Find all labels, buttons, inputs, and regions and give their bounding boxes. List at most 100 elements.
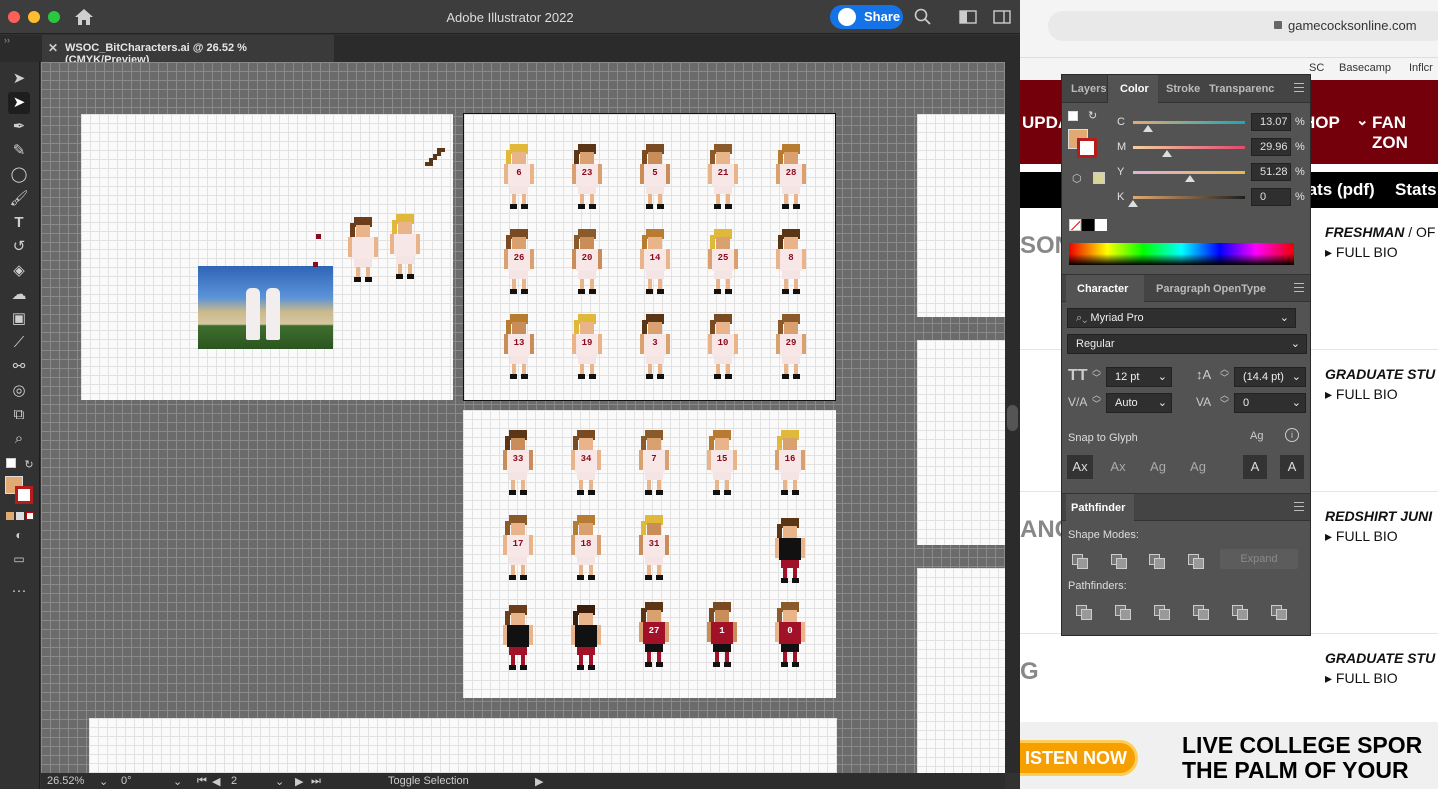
slider-knob[interactable] bbox=[1185, 175, 1196, 182]
player-character[interactable]: 26 bbox=[504, 229, 534, 295]
close-tab-icon[interactable]: ✕ bbox=[48, 41, 58, 55]
collapse-icon[interactable]: ›› bbox=[4, 35, 10, 45]
artboard-3[interactable]: 33 34 7 15 16 17 18 31 27 1 0 bbox=[463, 410, 836, 698]
tab-opentype[interactable]: OpenType bbox=[1213, 283, 1266, 295]
pixel-dot[interactable] bbox=[313, 262, 318, 267]
player-character[interactable]: 16 bbox=[775, 430, 805, 496]
color-mode-icon[interactable] bbox=[6, 512, 14, 520]
next-artboard-icon[interactable]: ▶ bbox=[295, 775, 303, 788]
glyph-options-icon[interactable]: Ag bbox=[1250, 430, 1263, 442]
slider-knob[interactable] bbox=[1128, 200, 1138, 207]
scroll-thumb[interactable] bbox=[1007, 405, 1018, 431]
character-base-brunette[interactable] bbox=[348, 217, 378, 283]
none-mode-icon[interactable] bbox=[26, 512, 34, 520]
full-bio-link[interactable]: ▸ FULL BIO bbox=[1325, 670, 1398, 687]
artboard-7[interactable] bbox=[917, 568, 1005, 773]
eraser-tool-icon[interactable]: ◈ bbox=[8, 260, 30, 282]
first-artboard-icon[interactable]: ⏮ bbox=[197, 775, 207, 788]
black-value[interactable]: 0 bbox=[1251, 188, 1291, 206]
cyan-value[interactable]: 13.07 bbox=[1251, 113, 1291, 131]
panel-menu-icon[interactable] bbox=[1294, 283, 1304, 292]
baseline-snap-icon[interactable]: Ax bbox=[1067, 455, 1093, 479]
pixel-dot[interactable] bbox=[316, 234, 321, 239]
minus-front-icon[interactable] bbox=[1109, 552, 1129, 569]
player-character[interactable]: 15 bbox=[707, 430, 737, 496]
leading-input[interactable]: (14.4 pt) ⌄ bbox=[1234, 367, 1306, 387]
artboard-5[interactable] bbox=[917, 114, 1005, 317]
player-character[interactable]: 23 bbox=[572, 144, 602, 210]
x-height-snap-icon[interactable]: Ax bbox=[1106, 455, 1130, 479]
artboard-1[interactable] bbox=[81, 114, 453, 400]
panel-menu-icon[interactable] bbox=[1294, 502, 1304, 511]
blend-tool-icon[interactable]: ⚯ bbox=[8, 356, 30, 378]
player-character[interactable]: 17 bbox=[503, 515, 533, 581]
unite-icon[interactable] bbox=[1070, 552, 1090, 569]
zoom-tool-icon[interactable]: ⌕ bbox=[8, 428, 30, 450]
vertical-scrollbar[interactable] bbox=[1005, 62, 1020, 773]
player-character[interactable]: 33 bbox=[503, 430, 533, 496]
glyph-bounds-snap-icon[interactable]: Ag bbox=[1146, 455, 1170, 479]
player-character[interactable]: 28 bbox=[776, 144, 806, 210]
tab-paragraph[interactable]: Paragraph bbox=[1156, 283, 1210, 295]
color-spectrum[interactable] bbox=[1069, 243, 1294, 265]
anchor-snap-icon[interactable]: A bbox=[1280, 455, 1304, 479]
default-colors-icon[interactable] bbox=[6, 458, 16, 468]
chevron-down-icon[interactable]: ⌄ bbox=[275, 775, 284, 788]
warp-tool-icon[interactable]: ☁ bbox=[8, 284, 30, 306]
expand-button[interactable]: Expand bbox=[1220, 549, 1298, 569]
draw-mode-icon[interactable]: ◐ bbox=[8, 524, 30, 546]
player-character[interactable]: 25 bbox=[708, 229, 738, 295]
paintbrush-tool-icon[interactable]: 🖌 bbox=[8, 188, 30, 210]
share-button[interactable]: Share bbox=[830, 5, 903, 29]
selection-tool-icon[interactable]: ➤ bbox=[8, 68, 30, 90]
angular-snap-icon[interactable]: A bbox=[1243, 455, 1267, 479]
curvature-tool-icon[interactable]: ✎ bbox=[8, 140, 30, 162]
merge-icon[interactable] bbox=[1152, 603, 1172, 620]
divide-icon[interactable] bbox=[1074, 603, 1094, 620]
tab-character[interactable]: Character bbox=[1077, 283, 1128, 295]
artboard-tool-icon[interactable]: ⧉ bbox=[8, 404, 30, 426]
document-tab[interactable]: ✕ WSOC_BitCharacters.ai @ 26.52 % (CMYK/… bbox=[42, 35, 334, 66]
player-character[interactable]: 8 bbox=[776, 229, 806, 295]
yellow-value[interactable]: 51.28 bbox=[1251, 163, 1291, 181]
goalkeeper-character[interactable] bbox=[571, 605, 601, 671]
pen-tool-icon[interactable]: ✒ bbox=[8, 116, 30, 138]
font-size-input[interactable]: 12 pt ⌄ bbox=[1106, 367, 1172, 387]
player-character[interactable]: 27 bbox=[639, 602, 669, 668]
stepper-icon[interactable]: ︿ ﹀ bbox=[1092, 391, 1101, 409]
font-style-select[interactable]: Regular ⌄ bbox=[1067, 334, 1307, 354]
workspace-icon[interactable] bbox=[993, 10, 1011, 24]
hair-piece-sprite[interactable] bbox=[423, 146, 447, 170]
zoom-level[interactable]: 26.52% bbox=[47, 775, 84, 787]
player-character[interactable]: 19 bbox=[572, 314, 602, 380]
stroke-swatch[interactable] bbox=[15, 486, 33, 504]
arrange-documents-icon[interactable] bbox=[959, 10, 977, 24]
info-icon[interactable]: i bbox=[1285, 428, 1299, 442]
cyan-slider[interactable]: C 13.07 % bbox=[1062, 113, 1310, 135]
bookmark-inflcr[interactable]: Inflcr bbox=[1409, 62, 1433, 74]
player-character[interactable]: 14 bbox=[640, 229, 670, 295]
player-character[interactable]: 10 bbox=[708, 314, 738, 380]
canvas[interactable]: 6 23 5 21 28 26 20 14 25 8 13 19 3 10 29 33 34 7 15 16 17 18… bbox=[41, 62, 1005, 773]
full-bio-link[interactable]: ▸ FULL BIO bbox=[1325, 528, 1398, 545]
tab-stroke[interactable]: Stroke bbox=[1166, 83, 1200, 95]
bookmark-basecamp[interactable]: Basecamp bbox=[1339, 62, 1391, 74]
stepper-icon[interactable]: ︿ ﹀ bbox=[1220, 391, 1229, 409]
team-photo[interactable] bbox=[198, 266, 333, 349]
white-swatch[interactable] bbox=[1095, 219, 1107, 231]
swap-colors-icon[interactable]: ↻ bbox=[22, 454, 36, 476]
artboard-number[interactable]: 2 bbox=[231, 775, 237, 787]
minus-back-icon[interactable] bbox=[1269, 603, 1289, 620]
black-swatch[interactable] bbox=[1082, 219, 1094, 231]
tab-pathfinder[interactable]: Pathfinder bbox=[1071, 502, 1125, 514]
tab-color[interactable]: Color bbox=[1120, 83, 1149, 95]
panel-menu-icon[interactable] bbox=[1294, 83, 1304, 92]
artboard-2-selected[interactable]: 6 23 5 21 28 26 20 14 25 8 13 19 3 10 29 bbox=[463, 113, 836, 401]
player-character[interactable]: 1 bbox=[707, 602, 737, 668]
direct-selection-tool-icon[interactable]: ➤ bbox=[8, 92, 30, 114]
slider-knob[interactable] bbox=[1161, 150, 1172, 157]
gradient-mode-icon[interactable] bbox=[16, 512, 24, 520]
artboard-6[interactable] bbox=[917, 340, 1005, 545]
player-character[interactable]: 29 bbox=[776, 314, 806, 380]
character-base-blonde[interactable] bbox=[390, 214, 420, 280]
